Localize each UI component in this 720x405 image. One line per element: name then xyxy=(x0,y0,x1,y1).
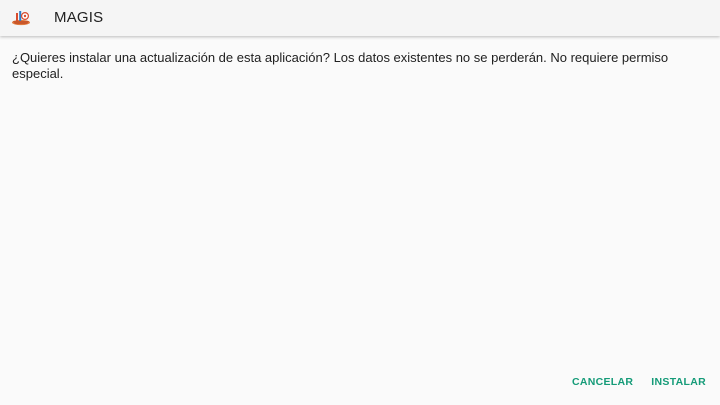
cancel-button[interactable]: CANCELAR xyxy=(572,374,633,390)
app-bar: MAGIS xyxy=(0,0,720,36)
dialog-actions: CANCELAR INSTALAR xyxy=(572,374,706,390)
install-button[interactable]: INSTALAR xyxy=(651,374,706,390)
magis-app-icon xyxy=(12,11,30,26)
app-title: MAGIS xyxy=(54,9,104,26)
installer-screen: MAGIS ¿Quieres instalar una actualizació… xyxy=(0,0,720,405)
install-update-message: ¿Quieres instalar una actualización de e… xyxy=(12,50,669,81)
